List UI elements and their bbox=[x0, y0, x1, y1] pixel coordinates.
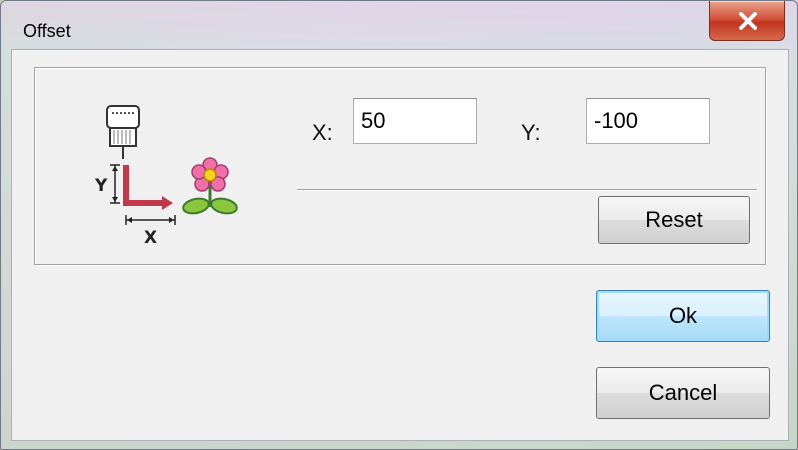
reset-button[interactable]: Reset bbox=[598, 196, 750, 244]
window-title: Offset bbox=[23, 21, 71, 41]
flower-icon bbox=[182, 157, 238, 215]
offset-group: Y X X: 50 Y: -100 Reset bbox=[34, 67, 766, 265]
y-label: Y: bbox=[521, 120, 541, 145]
group-separator bbox=[297, 189, 757, 191]
offset-illustration: Y X bbox=[95, 105, 238, 248]
title-bar[interactable]: Offset bbox=[1, 1, 797, 43]
close-x-icon bbox=[739, 12, 757, 30]
ok-button[interactable]: Ok bbox=[596, 290, 770, 342]
y-offset-input[interactable]: -100 bbox=[586, 98, 710, 144]
x-label: X: bbox=[312, 120, 333, 145]
x-axis-letter: X bbox=[144, 228, 157, 248]
cancel-button[interactable]: Cancel bbox=[596, 367, 770, 419]
close-button[interactable] bbox=[709, 1, 785, 41]
x-offset-input[interactable]: 50 bbox=[353, 98, 477, 144]
offset-arrow-icon bbox=[110, 164, 176, 225]
y-axis-letter: Y bbox=[95, 176, 108, 196]
offset-dialog: Offset Y X X: 50 Y: -100 Reset Ok Cancel bbox=[0, 0, 798, 450]
dialog-client-area: Y X X: 50 Y: -100 Reset Ok Cancel bbox=[11, 49, 789, 441]
embroidery-machine-icon bbox=[106, 105, 140, 159]
